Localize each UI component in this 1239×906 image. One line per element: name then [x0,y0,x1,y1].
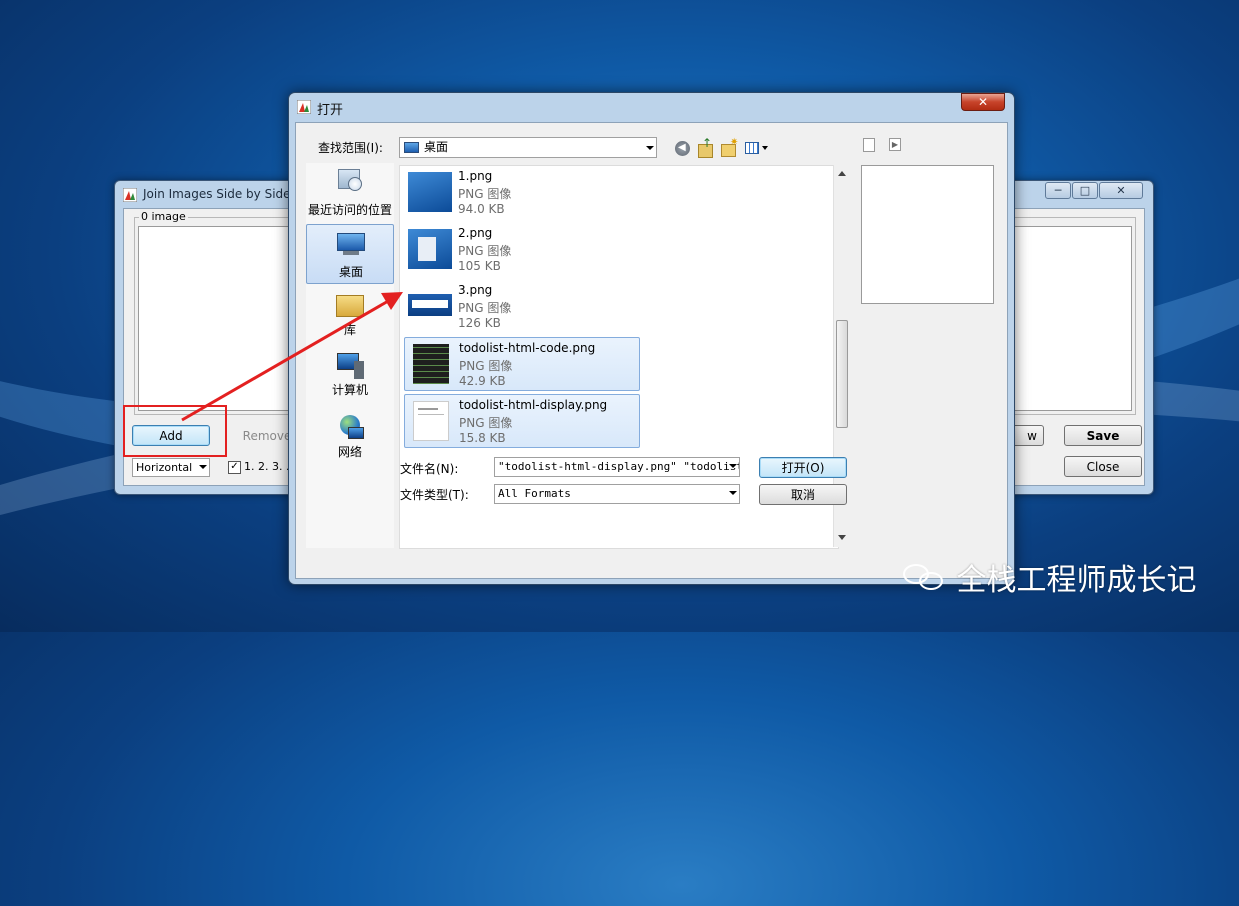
file-name: 3.png [458,283,493,297]
layout-selected: Horizontal [136,461,193,474]
close-window-button[interactable]: ✕ [1099,182,1143,199]
place-label: 库 [343,323,356,337]
desktop-icon [335,231,367,259]
file-thumbnail [413,401,449,441]
file-name: 2.png [458,226,493,240]
annotation-highlight-box [123,405,227,457]
up-folder-button[interactable]: ↑ [698,136,714,158]
chevron-down-icon [762,146,768,150]
file-type: PNG 图像 [458,187,512,201]
recent-places-icon [334,167,366,195]
view-grid-icon [745,142,759,154]
back-arrow-icon: ◀ [678,142,686,153]
list-item[interactable]: todolist-html-display.png PNG 图像 15.8 KB [404,394,640,448]
file-type: PNG 图像 [459,359,513,373]
save-button[interactable]: Save [1064,425,1142,446]
chevron-down-icon [729,491,737,495]
file-type: PNG 图像 [459,416,513,430]
filename-value: "todolist-html-display.png" "todolist [498,460,740,473]
preview-button-label: w [1027,429,1037,443]
cancel-button[interactable]: 取消 [759,484,847,505]
preview-pane [861,165,994,304]
place-label: 最近访问的位置 [307,203,392,217]
filetype-value: All Formats [498,487,571,500]
filetype-select[interactable]: All Formats [494,484,740,504]
file-thumbnail [408,172,452,212]
look-in-select[interactable]: 桌面 [399,137,657,158]
open-button[interactable]: 打开(O) [759,457,847,478]
open-file-dialog: 打开 ✕ 查找范围(I): 桌面 ◀ ↑ ✷ ▶ 最近访问的位置 桌面 库 计算… [288,92,1015,585]
network-icon [334,415,366,443]
look-in-value: 桌面 [424,140,449,154]
computer-icon [334,353,366,381]
places-bar: 最近访问的位置 桌面 库 计算机 网络 [306,163,394,548]
file-name: 1.png [458,169,493,183]
list-item[interactable]: todolist-html-code.png PNG 图像 42.9 KB [404,337,640,391]
chevron-down-icon [646,146,654,150]
scroll-up-icon[interactable] [838,171,846,176]
watermark: 全栈工程师成长记 [903,555,1197,599]
list-item[interactable]: 3.png PNG 图像 126 KB [404,280,640,334]
list-item[interactable]: 1.png PNG 图像 94.0 KB [404,166,640,220]
file-name: todolist-html-code.png [459,341,596,355]
file-size: 15.8 KB [459,431,506,445]
scroll-down-icon[interactable] [838,535,846,540]
dialog-close-button[interactable]: ✕ [961,93,1005,111]
watermark-text: 全栈工程师成长记 [956,563,1197,598]
place-label: 网络 [337,445,362,459]
minimize-button[interactable]: ─ [1045,182,1071,199]
file-size: 126 KB [458,316,501,330]
play-icon[interactable]: ▶ [889,138,901,151]
desktop-small-icon [404,142,419,153]
scrollbar-thumb[interactable] [836,320,848,428]
file-thumbnail [408,229,452,269]
app-icon [123,188,137,202]
place-label: 计算机 [331,383,368,397]
file-size: 94.0 KB [458,202,505,216]
maximize-button[interactable]: □ [1072,182,1098,199]
new-folder-button[interactable]: ✷ [721,137,738,157]
file-thumbnail [413,344,449,384]
checkmark-icon: ✓ [230,461,239,472]
file-size: 42.9 KB [459,374,506,388]
dialog-title: 打开 [317,103,344,118]
dialog-client: 查找范围(I): 桌面 ◀ ↑ ✷ ▶ 最近访问的位置 桌面 库 计算机 网络 … [295,122,1008,579]
filename-label: 文件名(N): [400,462,459,476]
minimize-icon: ─ [1054,184,1062,197]
place-label: 桌面 [338,265,363,279]
close-button[interactable]: Close [1064,456,1142,477]
list-item[interactable]: 2.png PNG 图像 105 KB [404,223,640,277]
maximize-icon: □ [1079,184,1091,197]
window-title: Join Images Side by Side [143,187,291,201]
image-count: 0 image [139,210,188,223]
file-name: todolist-html-display.png [459,398,608,412]
filename-input[interactable]: "todolist-html-display.png" "todolist [494,457,740,477]
file-thumbnail [408,294,452,316]
close-icon: ✕ [977,95,989,109]
sparkle-icon: ✷ [730,137,739,148]
place-computer[interactable]: 计算机 [306,349,394,405]
back-button[interactable]: ◀ [675,141,690,156]
filetype-label: 文件类型(T): [400,488,469,502]
place-libraries[interactable]: 库 [306,289,394,345]
file-type: PNG 图像 [458,244,512,258]
preview-toggle-icon[interactable] [863,138,875,152]
place-recent[interactable]: 最近访问的位置 [306,163,394,221]
chevron-down-icon [729,464,737,468]
look-in-label: 查找范围(I): [318,141,383,155]
desktop-logo-fragment [900,600,1239,640]
wechat-icon [903,562,947,592]
dialog-app-icon [297,100,311,114]
up-arrow-icon: ↑ [702,136,713,150]
close-icon: ✕ [1116,184,1126,197]
layout-select[interactable]: Horizontal [132,458,210,477]
chevron-down-icon [199,465,207,469]
file-size: 105 KB [458,259,501,273]
numbering-checkbox[interactable]: ✓ [228,461,241,474]
place-network[interactable]: 网络 [306,411,394,467]
view-menu-button[interactable] [745,141,771,156]
file-type: PNG 图像 [458,301,512,315]
libraries-icon [334,291,366,319]
place-desktop[interactable]: 桌面 [306,224,394,284]
